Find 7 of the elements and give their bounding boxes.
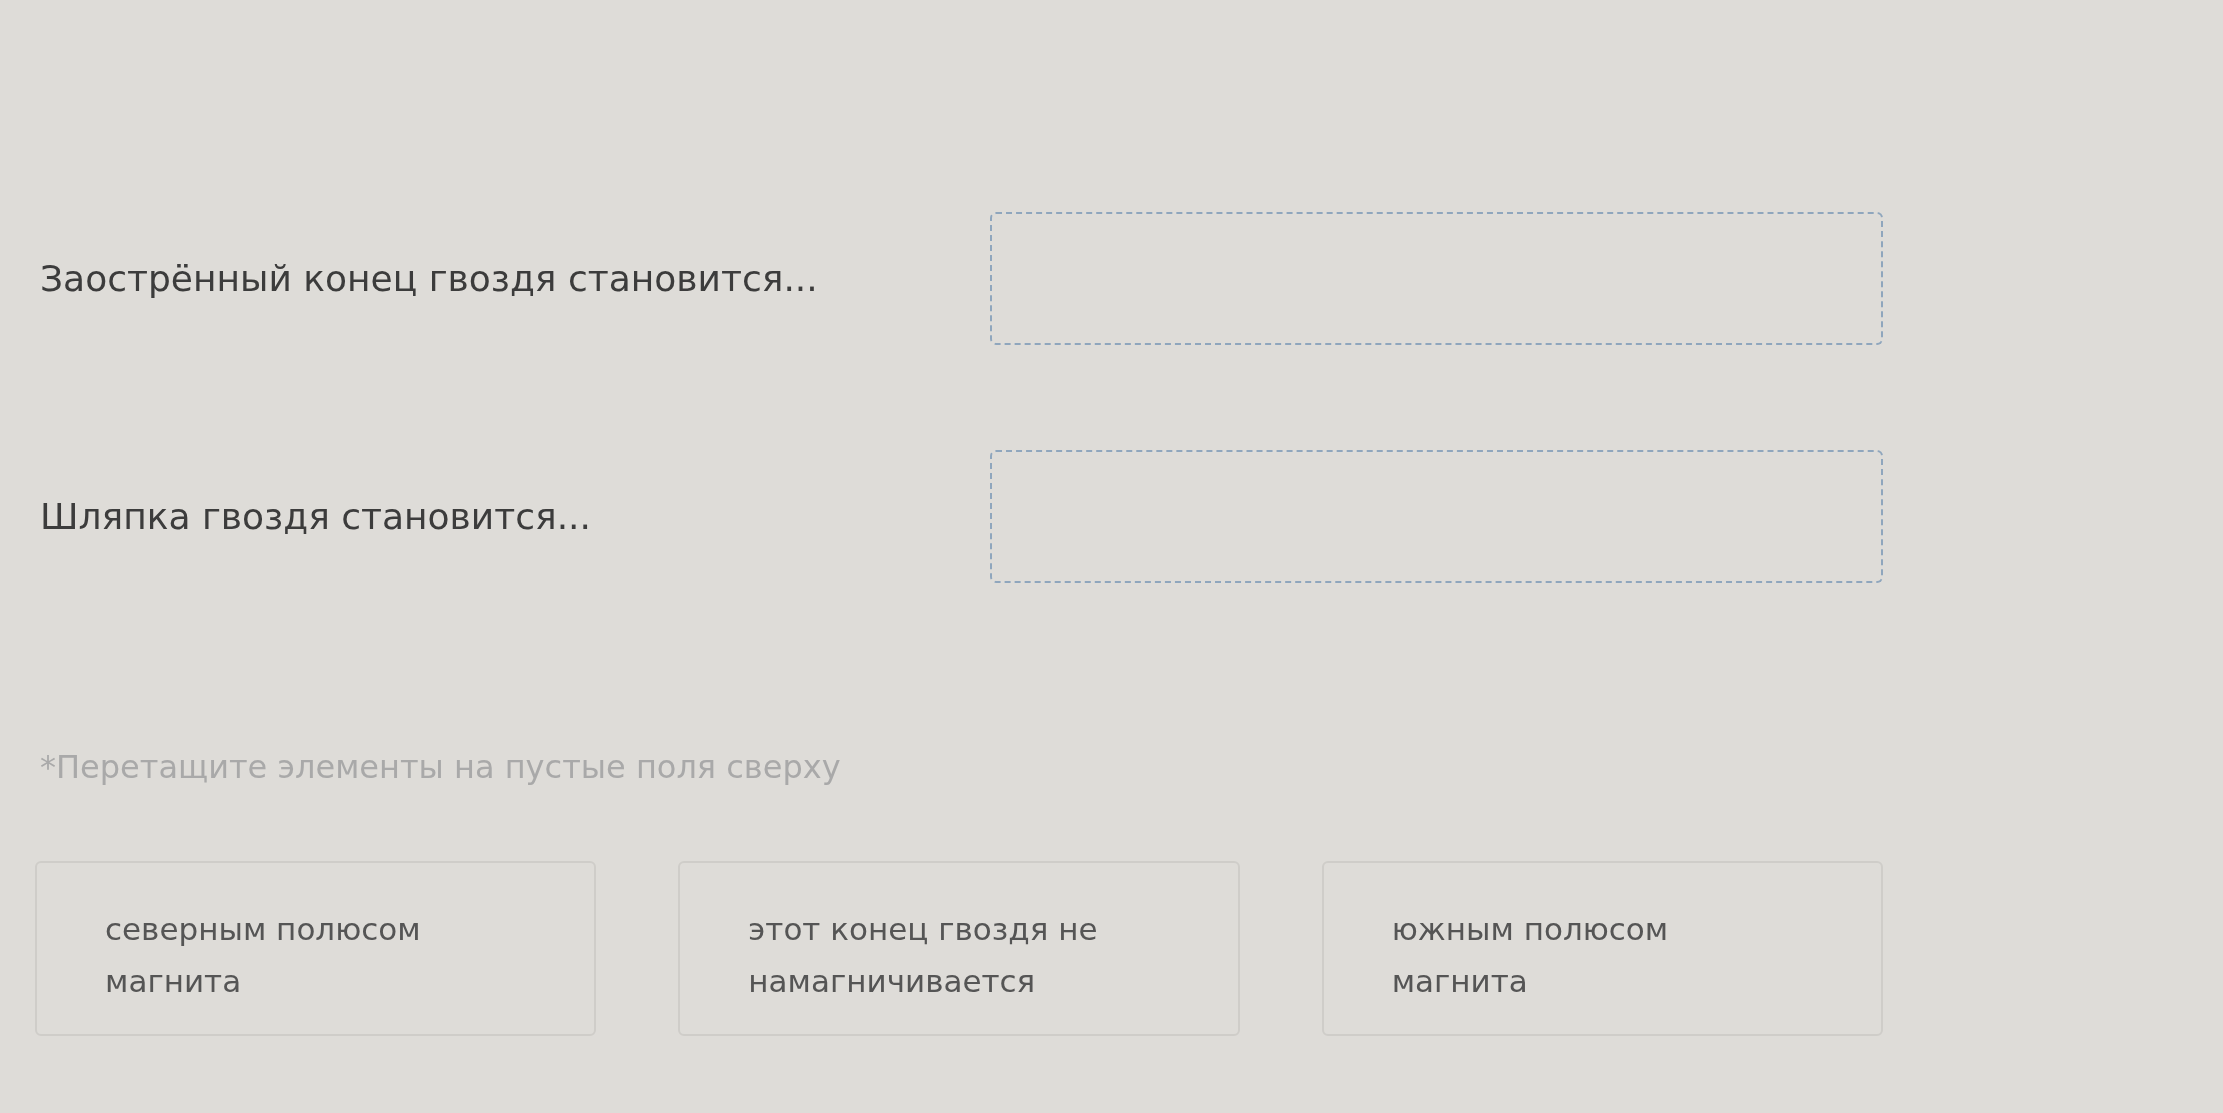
question-text: Заострённый конец гвоздя становится... (40, 256, 818, 301)
question-text: Шляпка гвоздя становится... (40, 494, 591, 539)
drop-zone[interactable] (990, 450, 1883, 583)
draggable-option[interactable]: этот конец гвоздя не намагничивается (678, 861, 1240, 1036)
draggable-option[interactable]: южным полюсом магнита (1321, 861, 1883, 1036)
draggable-option[interactable]: северным полюсом магнита (35, 861, 597, 1036)
drop-zone[interactable] (990, 212, 1883, 345)
